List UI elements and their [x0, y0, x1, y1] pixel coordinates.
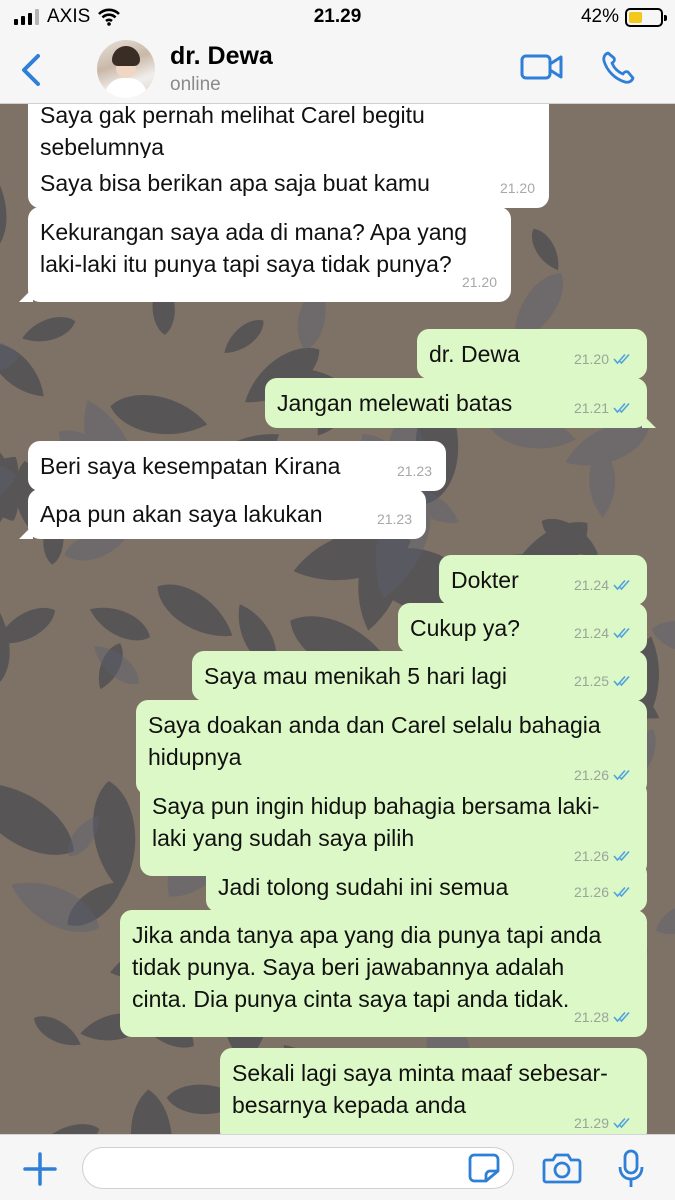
message-meta: 21.25 — [574, 665, 633, 697]
message-time: 21.29 — [573, 1115, 609, 1131]
message-time: 21.23 — [376, 511, 412, 527]
message-meta: 21.28 — [574, 1001, 633, 1033]
read-ticks-icon — [613, 579, 630, 591]
outgoing-message[interactable]: Jangan melewati batas 21.21 — [265, 378, 656, 428]
message-text: hidupnya — [148, 744, 242, 770]
message-text: cinta. Dia punya cinta saya tapi anda ti… — [132, 986, 570, 1012]
message-time: 21.20 — [461, 274, 497, 290]
chat-header: dr. Dewa online — [0, 34, 675, 104]
phone-icon[interactable] — [600, 50, 636, 86]
message-time: 21.20 — [499, 180, 535, 196]
message-time: 21.21 — [573, 400, 609, 416]
message-text: Jika anda tanya apa yang dia punya tapi … — [132, 922, 602, 948]
outgoing-message[interactable]: Dokter 21.24 — [439, 555, 647, 605]
message-time: 21.24 — [573, 577, 609, 593]
message-meta: 21.24 — [574, 617, 633, 649]
back-chevron-icon[interactable] — [16, 50, 48, 90]
message-text: Jadi tolong sudahi ini semua — [218, 874, 509, 900]
incoming-message[interactable]: Apa pun akan saya lakukan 21.23 — [19, 489, 426, 539]
message-text: laki-laki itu punya tapi saya tidak puny… — [40, 251, 452, 277]
message-text: Apa pun akan saya lakukan — [40, 501, 323, 527]
outgoing-message[interactable]: Saya mau menikah 5 hari lagi 21.25 — [192, 651, 647, 701]
message-time: 21.28 — [573, 1009, 609, 1025]
outgoing-message[interactable]: Jadi tolong sudahi ini semua 21.26 — [206, 862, 647, 912]
read-ticks-icon — [613, 675, 630, 687]
battery-percent: 42% — [580, 6, 619, 27]
read-ticks-icon — [613, 769, 630, 781]
message-meta: 21.20 — [574, 343, 633, 375]
message-meta: 21.20 — [462, 266, 497, 298]
read-ticks-icon — [613, 1117, 630, 1129]
message-text: laki yang sudah saya pilih — [152, 825, 415, 851]
message-meta: 21.20 — [500, 172, 535, 204]
message-time: 21.24 — [573, 625, 609, 641]
read-ticks-icon — [613, 1011, 630, 1023]
plus-icon[interactable] — [22, 1151, 58, 1187]
sticker-icon[interactable] — [468, 1153, 500, 1183]
message-text: Saya gak pernah melihat Carel begitu — [40, 104, 425, 128]
message-time: 21.20 — [573, 351, 609, 367]
outgoing-message[interactable]: dr. Dewa 21.20 — [417, 329, 647, 379]
message-time: 21.23 — [396, 463, 432, 479]
camera-icon[interactable] — [542, 1152, 582, 1184]
video-call-icon[interactable] — [520, 52, 564, 82]
incoming-message[interactable]: Saya bisa berikan apa saja buat kamu 21.2… — [28, 158, 549, 208]
compose-bar — [0, 1134, 675, 1200]
clock: 21.29 — [313, 6, 362, 27]
message-meta: 21.29 — [574, 1107, 633, 1134]
message-meta: 21.21 — [574, 392, 633, 424]
read-ticks-icon — [613, 627, 630, 639]
message-list[interactable]: Saya gak pernah melihat Carel begitu sebe… — [0, 104, 675, 1134]
microphone-icon[interactable] — [617, 1149, 645, 1189]
message-meta: 21.24 — [574, 569, 633, 601]
message-text: Saya bisa berikan apa saja buat kamu — [40, 170, 430, 196]
battery-icon — [625, 7, 667, 27]
message-text: Saya doakan anda dan Carel selalu bahagi… — [148, 712, 601, 738]
status-bar: AXIS 21.29 42% — [0, 0, 675, 34]
message-meta: 21.23 — [377, 503, 412, 535]
outgoing-message[interactable]: Sekali lagi saya minta maaf sebesar-besa… — [220, 1048, 656, 1134]
contact-name[interactable]: dr. Dewa — [170, 42, 273, 71]
message-text: Kekurangan saya ada di mana? Apa yang — [40, 219, 468, 245]
message-meta: 21.26 — [574, 876, 633, 908]
contact-status: online — [170, 74, 221, 95]
message-text: Sekali lagi saya minta maaf sebesar- — [232, 1060, 608, 1086]
read-ticks-icon — [613, 402, 630, 414]
read-ticks-icon — [613, 886, 630, 898]
message-text: tidak punya. Saya beri jawabannya adalah — [132, 954, 565, 980]
incoming-message[interactable]: Kekurangan saya ada di mana? Apa yang lak… — [19, 207, 511, 302]
message-text: Beri saya kesempatan Kirana — [40, 453, 341, 479]
read-ticks-icon — [613, 353, 630, 365]
message-text: Saya mau menikah 5 hari lagi — [204, 663, 507, 689]
outgoing-message[interactable]: Cukup ya? 21.24 — [398, 603, 647, 653]
outgoing-message[interactable]: Jika anda tanya apa yang dia punya tapi … — [120, 910, 647, 1037]
message-time: 21.26 — [573, 884, 609, 900]
message-meta: 21.23 — [397, 455, 432, 487]
avatar[interactable] — [97, 40, 155, 98]
message-time: 21.25 — [573, 673, 609, 689]
read-ticks-icon — [613, 850, 630, 862]
message-text: Saya pun ingin hidup bahagia bersama lak… — [152, 793, 600, 819]
incoming-message[interactable]: Beri saya kesempatan Kirana 21.23 — [28, 441, 446, 491]
message-input[interactable] — [82, 1147, 514, 1189]
